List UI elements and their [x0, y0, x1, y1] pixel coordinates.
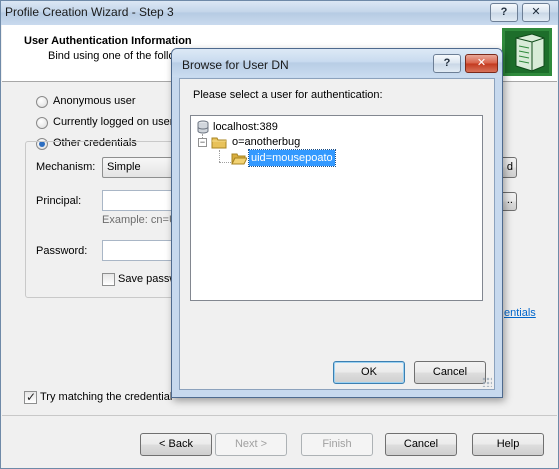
resize-grip[interactable] [482, 377, 492, 387]
principal-example-text: Example: cn=U [102, 214, 177, 226]
user-dn-tree[interactable]: localhost:389 − o=anotherbug uid=mousepo… [190, 115, 483, 301]
browse-help-caption-button[interactable]: ? [433, 54, 461, 73]
credentials-link[interactable]: entials [504, 307, 536, 319]
save-password-checkbox[interactable] [102, 273, 115, 286]
wizard-title: Profile Creation Wizard - Step 3 [5, 5, 174, 19]
browse-instruction: Please select a user for authentication: [193, 89, 383, 101]
tree-node-org[interactable]: o=anotherbug [211, 134, 411, 150]
wizard-cancel-button[interactable]: Cancel [385, 433, 457, 456]
tree-node-server-label: localhost:389 [213, 121, 278, 133]
header-title: User Authentication Information [24, 35, 192, 47]
tree-node-user-label: uid=mousepoato [248, 149, 336, 167]
browse-dialog-title: Browse for User DN [182, 58, 289, 72]
collapse-icon[interactable]: − [198, 138, 207, 147]
header-subtitle: Bind using one of the follo [48, 50, 175, 62]
database-icon [197, 120, 209, 134]
mechanism-select[interactable]: Simple [102, 157, 182, 178]
current-user-radio[interactable] [36, 117, 48, 129]
open-folder-icon [231, 153, 247, 165]
principal-label: Principal: [36, 195, 82, 207]
try-matching-label[interactable]: Try matching the credential [40, 391, 172, 403]
back-button[interactable]: < Back [140, 433, 212, 456]
mechanism-value: Simple [107, 161, 141, 173]
browse-dialog-titlebar[interactable]: Browse for User DN ? ✕ [172, 49, 502, 77]
tree-connector [219, 162, 231, 163]
mechanism-label: Mechanism: [36, 161, 96, 173]
tree-node-user[interactable]: uid=mousepoato [231, 149, 431, 167]
browse-close-caption-button[interactable]: ✕ [465, 54, 498, 73]
password-label: Password: [36, 245, 88, 257]
password-input[interactable] [102, 240, 182, 261]
anonymous-user-radio[interactable] [36, 96, 48, 108]
finish-button[interactable]: Finish [301, 433, 373, 456]
ok-button[interactable]: OK [333, 361, 405, 384]
wizard-titlebar[interactable]: Profile Creation Wizard - Step 3 ? ✕ [1, 1, 558, 25]
browse-user-dn-dialog: Browse for User DN ? ✕ Please select a u… [171, 48, 503, 398]
current-user-label[interactable]: Currently logged on user [53, 116, 173, 128]
directory-server-icon [502, 28, 552, 76]
footer-divider [2, 415, 557, 416]
tree-node-server[interactable]: localhost:389 [197, 119, 397, 135]
tree-node-org-label: o=anotherbug [232, 136, 301, 148]
browse-cancel-button[interactable]: Cancel [414, 361, 486, 384]
next-button[interactable]: Next > [215, 433, 287, 456]
wizard-help-button[interactable]: Help [472, 433, 544, 456]
browse-dialog-body: Please select a user for authentication:… [179, 78, 495, 390]
save-password-label[interactable]: Save passw [118, 273, 177, 285]
folder-icon [211, 137, 227, 149]
wizard-close-caption-button[interactable]: ✕ [522, 3, 550, 22]
principal-input[interactable] [102, 190, 182, 211]
tree-connector [219, 150, 220, 162]
anonymous-user-label[interactable]: Anonymous user [53, 95, 136, 107]
wizard-help-caption-button[interactable]: ? [490, 3, 518, 22]
try-matching-checkbox[interactable] [24, 390, 37, 404]
